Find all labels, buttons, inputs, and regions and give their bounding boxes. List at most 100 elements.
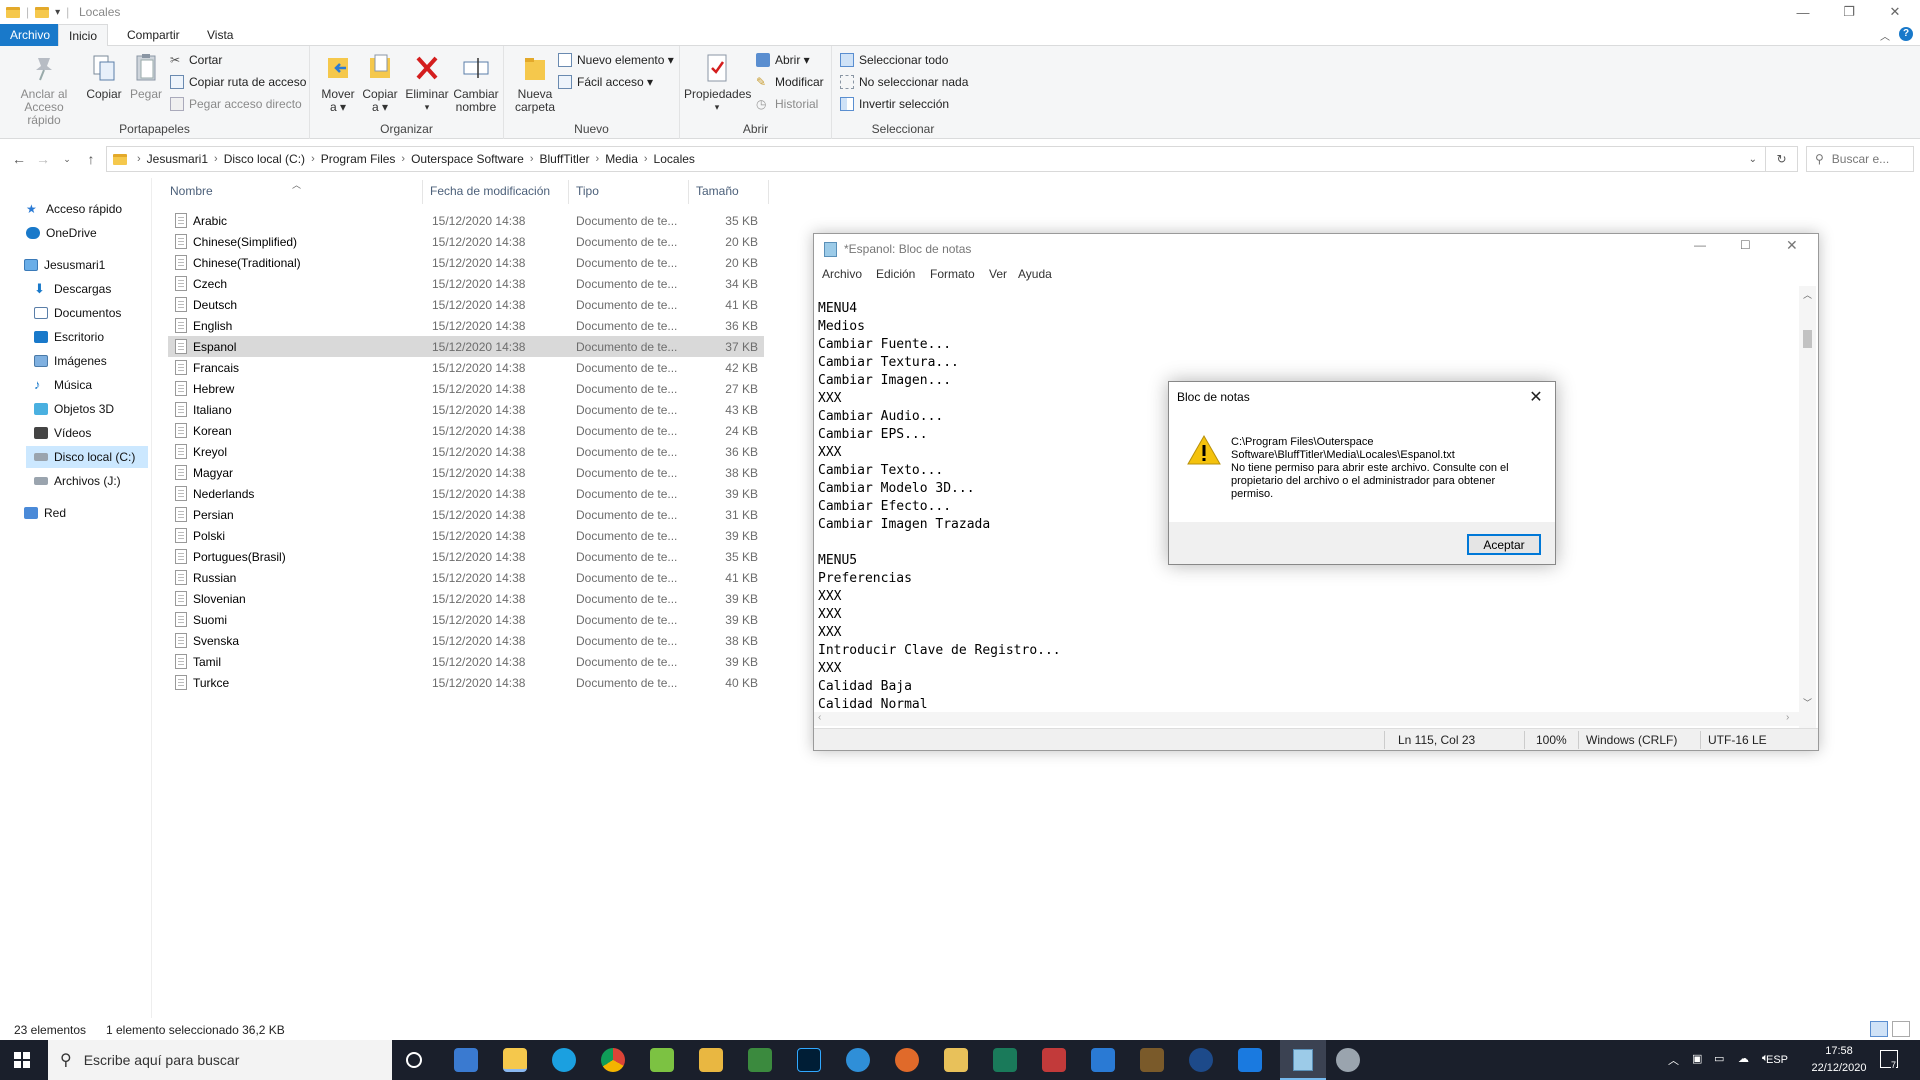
select-all-button[interactable]: Seleccionar todo (840, 50, 948, 70)
move-to-button[interactable]: Mover a ▾ (318, 52, 358, 114)
select-none-button[interactable]: No seleccionar nada (840, 72, 968, 92)
notepad-vertical-scrollbar[interactable]: ︿ ﹀ (1799, 286, 1816, 738)
calendar-app-icon[interactable] (1238, 1048, 1262, 1072)
file-row[interactable]: Hebrew 15/12/2020 14:38 Documento de te...… (168, 378, 764, 399)
column-header-size[interactable]: Tamaño (696, 184, 739, 198)
close-button[interactable]: ✕ (1872, 0, 1918, 24)
notepad-close-button[interactable]: ✕ (1786, 237, 1798, 254)
help-icon[interactable]: ? (1899, 27, 1913, 41)
file-manager-app-icon[interactable] (699, 1048, 723, 1072)
task-view-app-icon[interactable] (454, 1048, 478, 1072)
accept-button[interactable]: Aceptar (1467, 534, 1541, 555)
file-row[interactable]: Portugues(Brasil) 15/12/2020 14:38 Documen… (168, 546, 764, 567)
file-row[interactable]: Deutsch 15/12/2020 14:38 Documento de te..… (168, 294, 764, 315)
copy-button[interactable]: Copiar (84, 52, 124, 101)
file-row[interactable]: Chinese(Traditional) 15/12/2020 14:38 Docu… (168, 252, 764, 273)
column-header-name[interactable]: Nombre (170, 184, 213, 198)
video-editor-app-icon[interactable] (993, 1048, 1017, 1072)
file-row[interactable]: Espanol 15/12/2020 14:38 Documento de te..… (168, 336, 764, 357)
nav-videos[interactable]: Vídeos (34, 422, 91, 444)
file-row[interactable]: Svenska 15/12/2020 14:38 Documento de te..… (168, 630, 764, 651)
file-row[interactable]: Slovenian 15/12/2020 14:38 Documento de te… (168, 588, 764, 609)
forward-arrow-icon[interactable]: → (32, 146, 54, 172)
nav-onedrive[interactable]: OneDrive (26, 222, 97, 244)
copy-to-button[interactable]: Copiar a ▾ (360, 52, 400, 114)
windows-start-icon[interactable] (14, 1052, 30, 1068)
scroll-right-icon[interactable]: › (1786, 712, 1789, 723)
taskbar-search-input[interactable]: ⚲ Escribe aquí para buscar (48, 1040, 392, 1080)
nav-downloads[interactable]: ⬇ Descargas (34, 278, 111, 300)
menu-ayuda[interactable]: Ayuda (1018, 267, 1052, 281)
scroll-up-icon[interactable]: ︿ (1803, 288, 1812, 301)
new-item-button[interactable]: Nuevo elemento ▾ (558, 50, 674, 70)
file-row[interactable]: English 15/12/2020 14:38 Documento de te..… (168, 315, 764, 336)
tab-view[interactable]: Vista (197, 24, 243, 46)
menu-archivo[interactable]: Archivo (822, 267, 862, 281)
cortana-icon[interactable] (406, 1052, 422, 1068)
collapse-ribbon-icon[interactable]: ︿ (1880, 28, 1890, 43)
breadcrumb-program-files[interactable]: Program Files (321, 152, 396, 166)
minimize-button[interactable]: — (1780, 0, 1826, 24)
grid-app-icon[interactable] (1042, 1048, 1066, 1072)
nav-this-pc[interactable]: Jesusmari1 (24, 254, 105, 276)
scroll-thumb[interactable] (1803, 330, 1812, 348)
paste-shortcut-button[interactable]: Pegar acceso directo (170, 94, 302, 114)
meet-now-icon[interactable]: ▣ (1692, 1052, 1702, 1065)
edit-button[interactable]: ✎ Modificar (756, 72, 824, 92)
notepad-maximize-button[interactable]: ☐ (1740, 238, 1751, 252)
nav-3d-objects[interactable]: Objetos 3D (34, 398, 114, 420)
breadcrumb-outerspace[interactable]: Outerspace Software (411, 152, 524, 166)
nav-network[interactable]: Red (24, 502, 66, 524)
nav-archives-drive[interactable]: Archivos (J:) (34, 470, 121, 492)
file-row[interactable]: Russian 15/12/2020 14:38 Documento de te..… (168, 567, 764, 588)
folder-app-icon[interactable] (944, 1048, 968, 1072)
cd-app-icon[interactable] (1189, 1048, 1213, 1072)
new-folder-icon[interactable] (35, 6, 50, 18)
file-row[interactable]: Persian 15/12/2020 14:38 Documento de te..… (168, 504, 764, 525)
breadcrumb-blufftitler[interactable]: BluffTitler (540, 152, 590, 166)
restore-button[interactable]: ❐ (1826, 0, 1872, 24)
tab-share[interactable]: Compartir (117, 24, 190, 46)
search-input[interactable]: ⚲ Buscar e... (1806, 146, 1914, 172)
cut-button[interactable]: ✂ Cortar (170, 50, 222, 70)
file-row[interactable]: Nederlands 15/12/2020 14:38 Documento de t… (168, 483, 764, 504)
column-header-type[interactable]: Tipo (576, 184, 599, 198)
edge-browser-icon[interactable] (552, 1048, 576, 1072)
file-row[interactable]: Suomi 15/12/2020 14:38 Documento de te... 3… (168, 609, 764, 630)
tab-home[interactable]: Inicio (58, 24, 109, 47)
refresh-icon[interactable]: ↻ (1766, 146, 1798, 172)
nav-desktop[interactable]: Escritorio (34, 326, 104, 348)
recent-locations-chevron-icon[interactable]: ⌄ (56, 146, 78, 172)
file-explorer-taskbar-icon[interactable] (503, 1048, 527, 1072)
chrome-browser-icon[interactable] (601, 1048, 625, 1072)
nav-quick-access[interactable]: ★ Acceso rápido (26, 198, 122, 220)
delete-button[interactable]: Eliminar ▾ (404, 52, 450, 114)
rename-button[interactable]: Cambiar nombre (452, 52, 500, 114)
menu-ver[interactable]: Ver (989, 267, 1007, 281)
clock-date[interactable]: 22/12/2020 (1803, 1062, 1875, 1074)
breadcrumb-locales[interactable]: Locales (654, 152, 695, 166)
nav-local-disk[interactable]: Disco local (C:) (26, 446, 148, 468)
scroll-down-icon[interactable]: ﹀ (1803, 696, 1812, 709)
file-row[interactable]: Korean 15/12/2020 14:38 Documento de te...… (168, 420, 764, 441)
column-header-date[interactable]: Fecha de modificación (430, 184, 550, 198)
notepad-taskbar-button[interactable] (1280, 1040, 1326, 1080)
file-row[interactable]: Chinese(Simplified) 15/12/2020 14:38 Docum… (168, 231, 764, 252)
menu-edicion[interactable]: Edición (876, 267, 915, 281)
game-app-icon[interactable] (748, 1048, 772, 1072)
easy-access-button[interactable]: Fácil acceso ▾ (558, 72, 653, 92)
photoshop-icon[interactable] (797, 1048, 821, 1072)
history-button[interactable]: ◷ Historial (756, 94, 818, 114)
paste-button[interactable]: Pegar (126, 52, 166, 101)
up-arrow-icon[interactable]: ↑ (80, 146, 102, 172)
dialog-close-icon[interactable]: ✕ (1523, 385, 1549, 409)
breadcrumb-jesusmari1[interactable]: Jesusmari1 (147, 152, 208, 166)
new-folder-button[interactable]: Nueva carpeta (512, 52, 558, 114)
column-divider[interactable] (422, 180, 423, 204)
open-button[interactable]: Abrir ▾ (756, 50, 810, 70)
back-arrow-icon[interactable]: ← (8, 146, 30, 172)
messenger-app-icon[interactable] (846, 1048, 870, 1072)
file-row[interactable]: Italiano 15/12/2020 14:38 Documento de te.… (168, 399, 764, 420)
language-indicator[interactable]: ESP (1766, 1054, 1788, 1066)
mail-app-icon[interactable] (1091, 1048, 1115, 1072)
